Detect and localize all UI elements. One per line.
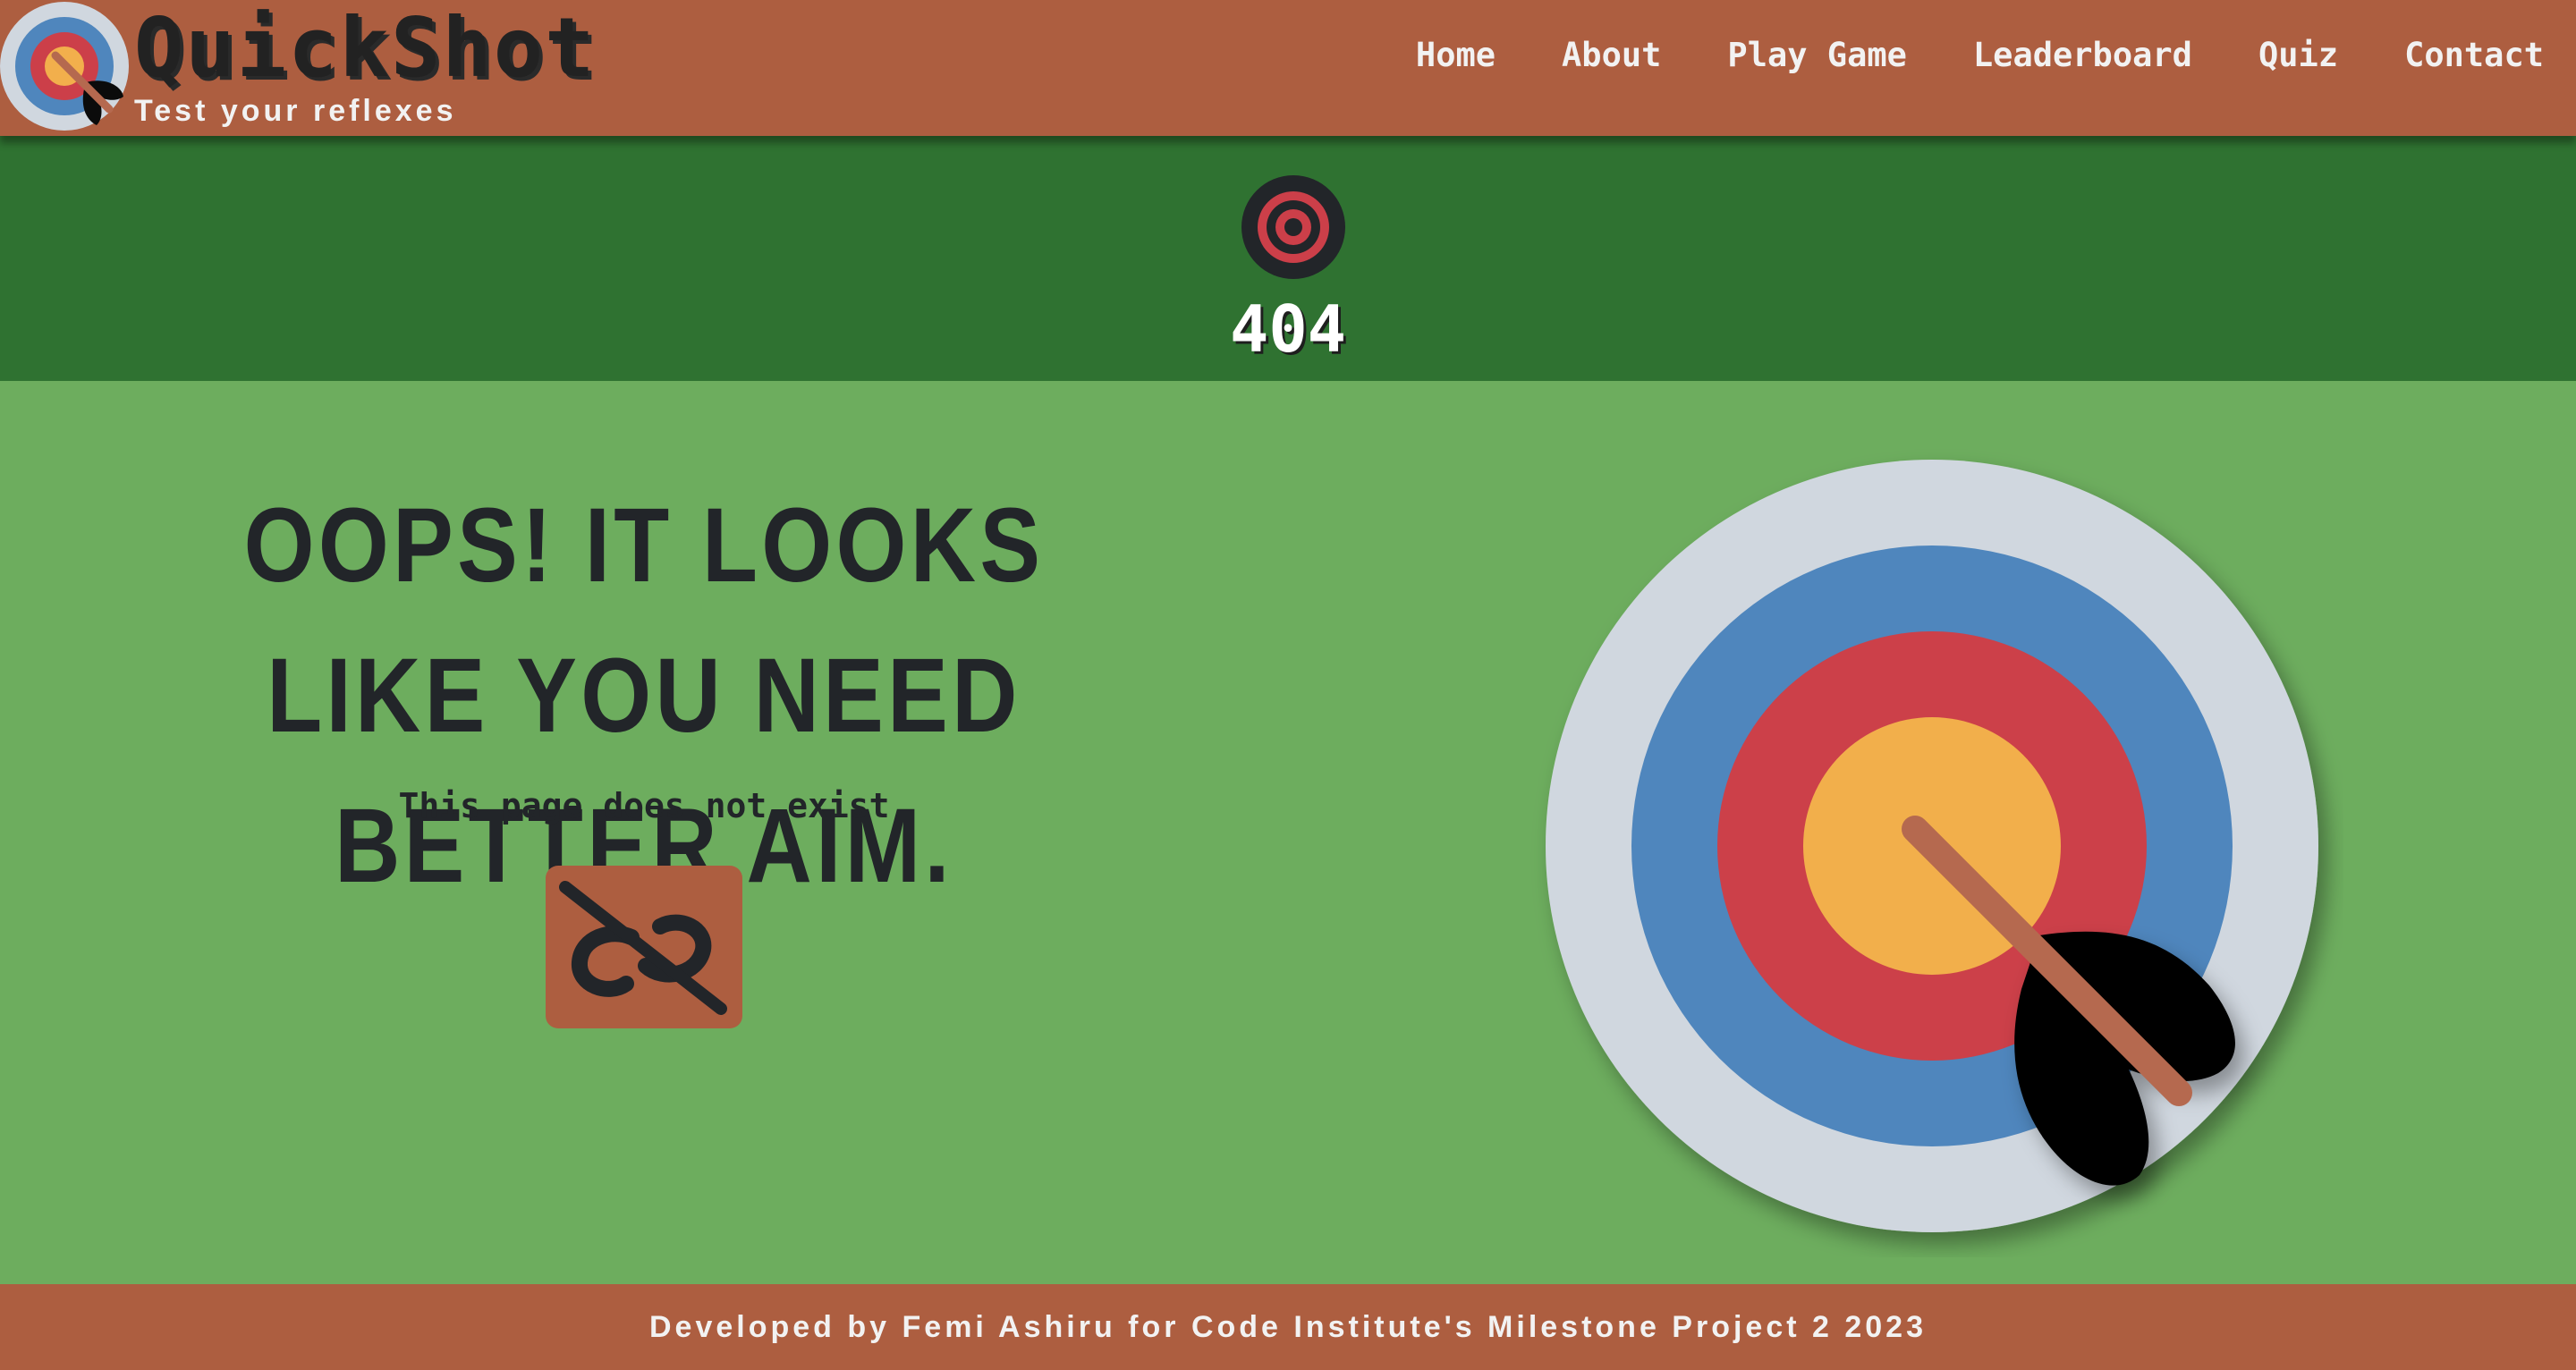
nav-contact[interactable]: Contact bbox=[2404, 29, 2544, 82]
error-message: This page does not exist bbox=[398, 786, 890, 825]
site-footer: Developed by Femi Ashiru for Code Instit… bbox=[0, 1284, 2576, 1370]
broken-link-icon bbox=[559, 881, 727, 1015]
brand-name[interactable]: QuickShot bbox=[134, 5, 597, 91]
archery-target-arrow-icon bbox=[1546, 460, 2318, 1232]
page-title: OOPS! IT LOOKS LIKE YOU NEED BETTER AIM. bbox=[243, 486, 1045, 905]
nav-leaderboard[interactable]: Leaderboard bbox=[1973, 29, 2192, 82]
bullseye-icon bbox=[1241, 175, 1345, 279]
site-header: QuickShot Test your reflexes Home About … bbox=[0, 0, 2576, 136]
hero-banner: 404 bbox=[0, 136, 2576, 381]
main-content: OOPS! IT LOOKS LIKE YOU NEED BETTER AIM.… bbox=[0, 381, 2576, 1284]
target-arrow-icon[interactable] bbox=[0, 0, 132, 132]
tagline: Test your reflexes bbox=[134, 94, 457, 128]
error-code: 404 bbox=[1229, 292, 1347, 367]
main-nav: Home About Play Game Leaderboard Quiz Co… bbox=[1416, 29, 2544, 82]
nav-about[interactable]: About bbox=[1562, 29, 1661, 82]
nav-play-game[interactable]: Play Game bbox=[1727, 29, 1906, 82]
nav-home[interactable]: Home bbox=[1416, 29, 1496, 82]
nav-quiz[interactable]: Quiz bbox=[2258, 29, 2338, 82]
back-home-button[interactable] bbox=[546, 866, 742, 1028]
